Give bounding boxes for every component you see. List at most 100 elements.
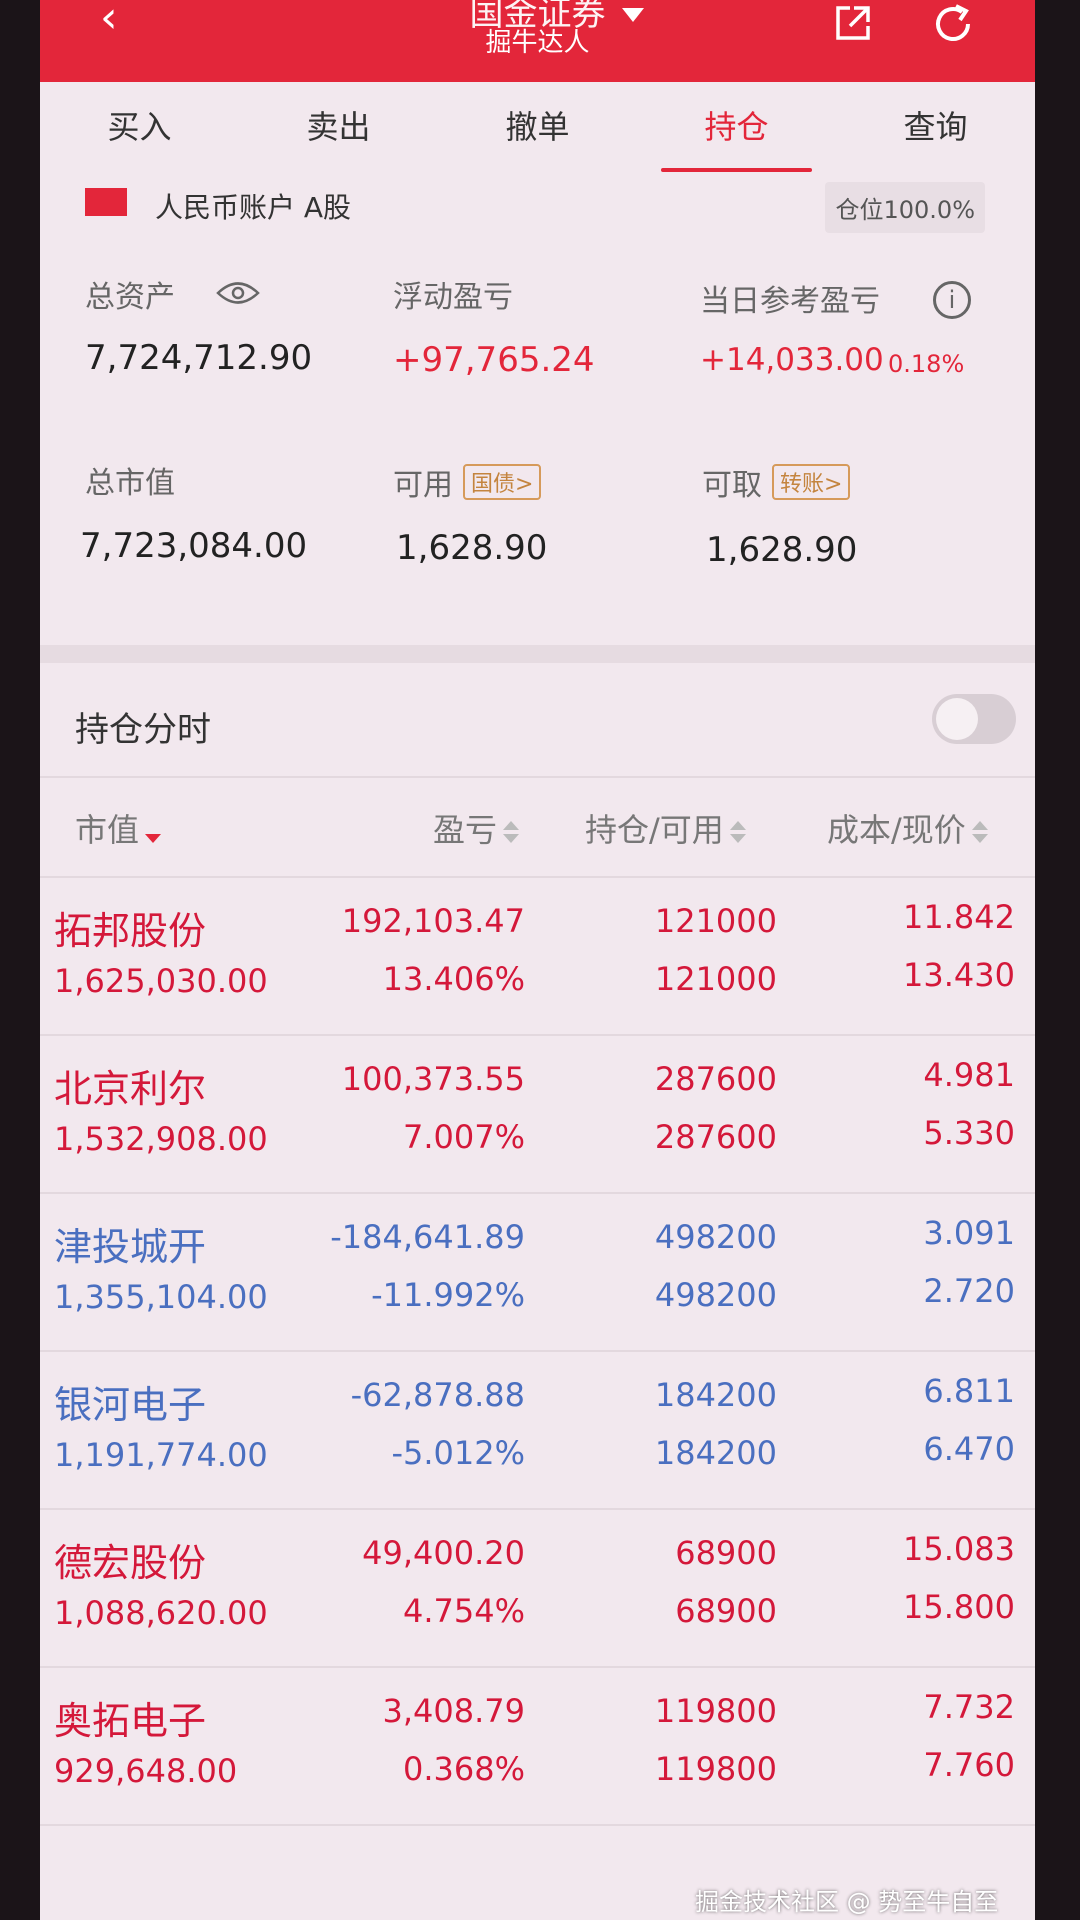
sort-desc-icon — [145, 819, 162, 845]
stock-pl: 49,400.20 — [362, 1534, 525, 1572]
stock-name: 拓邦股份 — [54, 909, 207, 953]
holding-row[interactable]: 德宏股份 1,088,620.00 49,400.20 4.754% 68900… — [40, 1510, 1035, 1668]
stock-holding: 498200 — [654, 1218, 777, 1256]
col-market-value-text: 市值 — [75, 811, 140, 849]
stock-price: 5.330 — [923, 1114, 1015, 1152]
tab-buy[interactable]: 买入 — [40, 82, 239, 172]
stock-pl: 100,373.55 — [341, 1060, 525, 1098]
timeshare-toggle[interactable] — [932, 694, 1016, 744]
account-name[interactable]: 掘牛达人 — [40, 22, 1035, 59]
stock-cost: 11.842 — [903, 898, 1015, 936]
stock-price: 15.800 — [903, 1588, 1015, 1626]
stock-pl-pct: 7.007% — [402, 1118, 525, 1156]
col-cost-price[interactable]: 成本/现价 — [827, 805, 988, 851]
stock-cost: 3.091 — [923, 1214, 1015, 1252]
holding-row[interactable]: 拓邦股份 1,625,030.00 192,103.47 13.406% 121… — [40, 878, 1035, 1036]
withdrawable-label-text: 可取 — [702, 468, 762, 503]
info-icon[interactable]: i — [933, 281, 971, 319]
stock-price: 13.430 — [903, 956, 1015, 994]
total-assets-value: 7,724,712.90 — [85, 338, 313, 378]
stock-cost: 4.981 — [923, 1056, 1015, 1094]
daily-pl-label: 当日参考盈亏 — [700, 284, 880, 319]
stock-holding: 68900 — [675, 1534, 777, 1572]
stock-cost: 6.811 — [923, 1372, 1015, 1410]
stock-pl-pct: -5.012% — [391, 1434, 525, 1472]
stock-holding: 119800 — [654, 1692, 777, 1730]
stock-cost: 15.083 — [903, 1530, 1015, 1568]
row-divider — [40, 1824, 1035, 1826]
stock-market-value: 1,625,030.00 — [54, 962, 268, 1000]
holding-row[interactable]: 奥拓电子 929,648.00 3,408.79 0.368% 119800 1… — [40, 1668, 1035, 1826]
stock-pl: -184,641.89 — [330, 1218, 525, 1256]
stock-price: 6.470 — [923, 1430, 1015, 1468]
holding-row[interactable]: 津投城开 1,355,104.00 -184,641.89 -11.992% 4… — [40, 1194, 1035, 1352]
refresh-icon[interactable] — [930, 2, 976, 48]
section-separator — [40, 645, 1035, 663]
divider — [40, 776, 1035, 778]
stock-name: 北京利尔 — [54, 1067, 207, 1111]
tab-cancel-order[interactable]: 撤单 — [438, 82, 637, 172]
china-flag-icon — [85, 188, 127, 216]
stock-available: 287600 — [654, 1118, 777, 1156]
stock-pl-pct: -11.992% — [371, 1276, 525, 1314]
tab-sell[interactable]: 卖出 — [239, 82, 438, 172]
stock-market-value: 1,532,908.00 — [54, 1120, 268, 1158]
holding-row[interactable]: 北京利尔 1,532,908.00 100,373.55 7.007% 2876… — [40, 1036, 1035, 1194]
market-value-value: 7,723,084.00 — [80, 526, 308, 566]
transfer-link[interactable]: 转账> — [772, 464, 851, 500]
eye-icon[interactable] — [216, 280, 260, 306]
stock-holding: 121000 — [654, 902, 777, 940]
chevron-down-icon[interactable] — [622, 8, 644, 22]
available-label: 可用 国债> — [393, 460, 542, 504]
timeshare-label: 持仓分时 — [75, 710, 211, 750]
stock-market-value: 1,088,620.00 — [54, 1594, 268, 1632]
stock-name: 奥拓电子 — [54, 1699, 207, 1743]
holding-row[interactable]: 银河电子 1,191,774.00 -62,878.88 -5.012% 184… — [40, 1352, 1035, 1510]
treasury-bond-link[interactable]: 国债> — [463, 464, 542, 500]
stock-cost: 7.732 — [923, 1688, 1015, 1726]
stock-pl: -62,878.88 — [350, 1376, 525, 1414]
total-assets-label: 总资产 — [85, 280, 175, 315]
col-pl-text: 盈亏 — [433, 811, 498, 849]
col-pl[interactable]: 盈亏 — [433, 805, 520, 851]
market-value-label: 总市值 — [85, 466, 175, 501]
stock-name: 德宏股份 — [54, 1541, 207, 1585]
floating-pl-value: +97,765.24 — [393, 340, 595, 380]
stock-name: 津投城开 — [54, 1225, 207, 1269]
available-value: 1,628.90 — [396, 528, 548, 568]
stock-available: 68900 — [675, 1592, 777, 1630]
withdrawable-label: 可取 转账> — [702, 460, 851, 504]
sort-icon — [971, 819, 988, 845]
stock-pl: 3,408.79 — [382, 1692, 526, 1730]
stock-price: 2.720 — [923, 1272, 1015, 1310]
withdrawable-value: 1,628.90 — [706, 530, 858, 570]
stock-market-value: 929,648.00 — [54, 1752, 238, 1790]
stock-available: 119800 — [654, 1750, 777, 1788]
tab-positions[interactable]: 持仓 — [637, 82, 836, 172]
stock-pl-pct: 0.368% — [402, 1750, 525, 1788]
daily-pl-value: +14,033.00 — [700, 342, 884, 378]
col-holding[interactable]: 持仓/可用 — [585, 805, 746, 851]
phone-screen: ‹ 国金证券 掘牛达人 买入 卖出 撤单 持仓 查询 人民币账户 A股 仓位10… — [40, 0, 1035, 1920]
trade-tabs: 买入 卖出 撤单 持仓 查询 — [40, 82, 1035, 172]
account-row: 人民币账户 A股 仓位100.0% — [85, 182, 985, 233]
stock-name: 银河电子 — [54, 1383, 207, 1427]
app-header: ‹ 国金证券 掘牛达人 — [40, 0, 1035, 82]
col-market-value[interactable]: 市值 — [75, 805, 162, 851]
stock-pl-pct: 13.406% — [382, 960, 525, 998]
col-cost-price-text: 成本/现价 — [827, 811, 966, 849]
share-icon[interactable] — [832, 2, 874, 44]
toggle-knob — [936, 698, 978, 740]
stock-pl: 192,103.47 — [341, 902, 525, 940]
account-type-label: 人民币账户 A股 — [155, 191, 352, 224]
sort-icon — [503, 819, 520, 845]
stock-holding: 287600 — [654, 1060, 777, 1098]
stock-available: 184200 — [654, 1434, 777, 1472]
stock-market-value: 1,355,104.00 — [54, 1278, 268, 1316]
stock-holding: 184200 — [654, 1376, 777, 1414]
stock-price: 7.760 — [923, 1746, 1015, 1784]
tab-query[interactable]: 查询 — [836, 82, 1035, 172]
sort-icon — [729, 819, 746, 845]
stock-market-value: 1,191,774.00 — [54, 1436, 268, 1474]
col-holding-text: 持仓/可用 — [585, 811, 724, 849]
